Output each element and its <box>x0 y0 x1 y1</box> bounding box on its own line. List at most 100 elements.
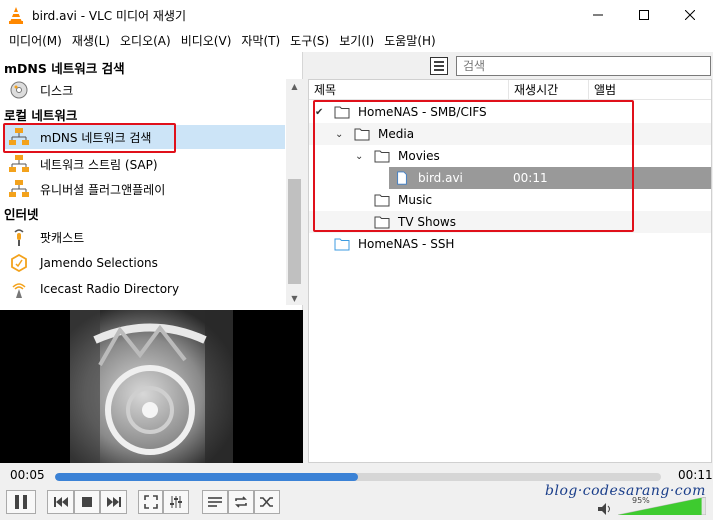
extended-settings-button[interactable] <box>163 490 189 514</box>
tree-item-label: Media <box>378 127 415 141</box>
folder-icon <box>354 128 370 141</box>
folder-icon <box>334 238 350 251</box>
menu-audio[interactable]: 오디오(A) <box>115 30 176 52</box>
video-preview[interactable] <box>0 310 303 463</box>
pause-button[interactable] <box>6 490 36 514</box>
tree-item-label: HomeNAS - SMB/CIFS <box>358 105 487 119</box>
sidebar-item-label: 네트워크 스트림 (SAP) <box>40 157 158 172</box>
podcast-icon <box>8 228 30 246</box>
next-button[interactable] <box>100 490 127 514</box>
search-input[interactable] <box>456 56 711 76</box>
window-title: bird.avi - VLC 미디어 재생기 <box>32 9 186 23</box>
search-bar <box>303 52 713 79</box>
minimize-icon <box>593 14 603 16</box>
sidebar-item-podcast[interactable]: 팟캐스트 <box>4 225 285 249</box>
elapsed-time: 00:05 <box>10 468 45 482</box>
disc-icon <box>8 81 30 99</box>
fullscreen-button[interactable] <box>138 490 163 514</box>
sidebar-item-sap[interactable]: 네트워크 스트림 (SAP) <box>4 152 285 176</box>
maximize-icon <box>639 10 649 20</box>
menu-tools[interactable]: 도구(S) <box>285 30 334 52</box>
network-icon <box>8 180 30 198</box>
tree-item-label: bird.avi <box>418 171 463 185</box>
video-frame <box>70 310 233 463</box>
scroll-up-icon[interactable]: ▲ <box>286 79 303 93</box>
shuffle-icon <box>260 497 273 507</box>
playlist-header: 제목 재생시간 앨범 <box>309 80 711 100</box>
menu-subtitle[interactable]: 자막(T) <box>236 30 285 52</box>
skip-forward-icon <box>106 497 121 507</box>
tree-row-media[interactable]: ⌄ Media <box>309 123 711 145</box>
fullscreen-icon <box>143 495 158 509</box>
sidebar-section-local-network: 로컬 네트워크 <box>4 108 78 123</box>
seek-bar-fill <box>55 473 358 481</box>
column-album[interactable]: 앨범 <box>589 80 711 100</box>
sidebar-header: mDNS 네트워크 검색 <box>4 61 125 76</box>
tree-row-music[interactable]: Music <box>309 189 711 211</box>
tree-item-label: TV Shows <box>398 215 456 229</box>
sidebar-item-jamendo[interactable]: Jamendo Selections <box>4 251 285 275</box>
column-duration[interactable]: 재생시간 <box>509 80 589 100</box>
pause-icon <box>15 495 27 509</box>
maximize-button[interactable] <box>621 0 667 30</box>
menu-view[interactable]: 보기(I) <box>334 30 379 52</box>
scroll-down-icon[interactable]: ▼ <box>286 291 303 305</box>
sidebar-item-disc[interactable]: 디스크 <box>4 78 285 102</box>
sidebar-item-label: 팟캐스트 <box>40 230 85 245</box>
playlist-toggle-button[interactable] <box>202 490 228 514</box>
menu-help[interactable]: 도움말(H) <box>379 30 441 52</box>
sidebar-item-mdns[interactable]: mDNS 네트워크 검색 <box>4 125 285 149</box>
vlc-cone-icon <box>9 7 23 24</box>
folder-icon <box>374 216 390 229</box>
sidebar-item-label: Icecast Radio Directory <box>40 282 180 296</box>
seek-bar[interactable] <box>55 473 661 481</box>
chevron-down-icon[interactable]: ⌄ <box>355 151 363 162</box>
speaker-icon[interactable] <box>598 503 612 515</box>
folder-icon <box>374 194 390 207</box>
loop-icon <box>235 496 247 508</box>
shuffle-button[interactable] <box>254 490 280 514</box>
sidebar-item-icecast[interactable]: Icecast Radio Directory <box>4 277 285 301</box>
scroll-thumb[interactable] <box>288 179 301 284</box>
tree-row-homenas-smb[interactable]: ✔ HomeNAS - SMB/CIFS <box>309 101 711 123</box>
list-view-icon <box>434 61 444 71</box>
tree-row-homenas-ssh[interactable]: HomeNAS - SSH <box>309 233 711 255</box>
minimize-button[interactable] <box>575 0 621 30</box>
tree-item-label: Music <box>398 193 433 207</box>
sidebar: mDNS 네트워크 검색 디스크 로컬 네트워크 mDNS 네트워크 검색 네트… <box>0 52 303 310</box>
sidebar-item-label: 디스크 <box>40 83 74 98</box>
network-icon <box>8 128 30 146</box>
sidebar-section-internet: 인터넷 <box>4 207 39 222</box>
previous-button[interactable] <box>47 490 74 514</box>
chevron-down-icon[interactable]: ✔ <box>315 107 323 118</box>
column-title[interactable]: 제목 <box>309 80 509 100</box>
tree-row-movies[interactable]: ⌄ Movies <box>309 145 711 167</box>
tree-row-tv-shows[interactable]: TV Shows <box>309 211 711 233</box>
sidebar-scrollbar[interactable]: ▲ ▼ <box>286 79 303 305</box>
menu-media[interactable]: 미디어(M) <box>4 30 67 52</box>
equalizer-icon <box>170 496 182 508</box>
player-controls: 00:05 00:11 blog·codesarang·com 95% <box>0 463 713 520</box>
sidebar-item-label: Jamendo Selections <box>40 256 158 270</box>
file-icon <box>397 171 407 185</box>
sidebar-item-upnp[interactable]: 유니버셜 플러그앤플레이 <box>4 177 285 201</box>
duration-text: 00:11 <box>513 171 548 185</box>
total-time: 00:11 <box>678 468 713 482</box>
menu-playback[interactable]: 재생(L) <box>67 30 115 52</box>
stop-icon <box>82 497 92 507</box>
close-button[interactable] <box>667 0 713 30</box>
chevron-down-icon[interactable]: ⌄ <box>335 129 343 140</box>
menu-bar: 미디어(M) 재생(L) 오디오(A) 비디오(V) 자막(T) 도구(S) 보… <box>0 30 713 52</box>
playlist-view: 제목 재생시간 앨범 ✔ HomeNAS - SMB/CIFS ⌄ Media … <box>308 79 712 463</box>
playlist-view-button[interactable] <box>430 57 448 75</box>
stop-button[interactable] <box>74 490 100 514</box>
volume-text: 95% <box>632 496 650 505</box>
jamendo-icon <box>8 254 30 272</box>
menu-video[interactable]: 비디오(V) <box>176 30 237 52</box>
folder-icon <box>334 106 350 119</box>
icecast-icon <box>8 280 30 298</box>
playlist-icon <box>208 497 222 507</box>
loop-button[interactable] <box>228 490 254 514</box>
tree-row-bird-avi[interactable]: bird.avi 00:11 <box>309 167 711 189</box>
title-bar: bird.avi - VLC 미디어 재생기 <box>0 0 713 30</box>
